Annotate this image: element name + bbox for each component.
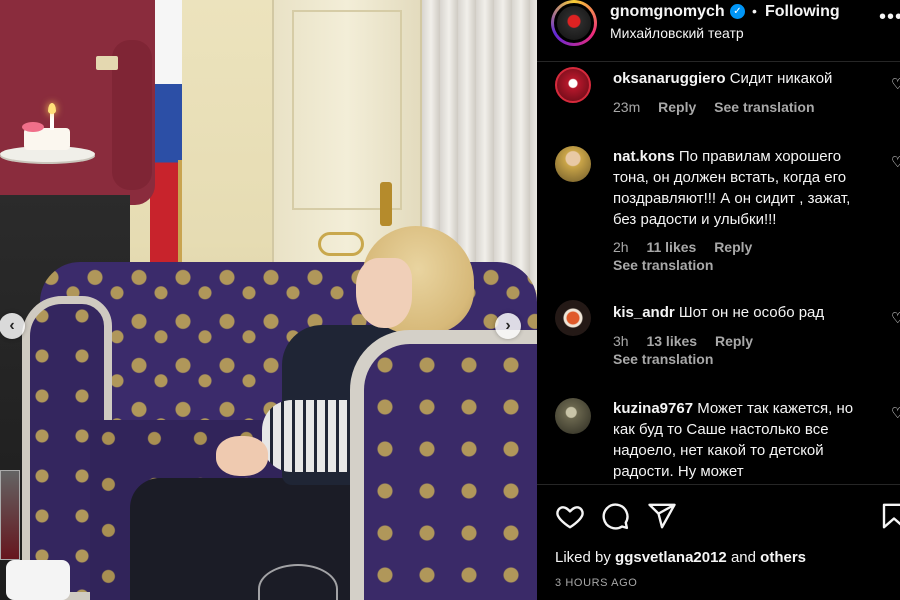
heart-icon[interactable]: [555, 501, 585, 531]
name-badge: [96, 56, 118, 70]
comment-time[interactable]: 23m: [613, 99, 640, 115]
see-translation-button[interactable]: See translation: [714, 99, 814, 115]
comment-text: Сидит никакой: [729, 70, 833, 87]
author-avatar[interactable]: [551, 0, 597, 46]
comment-time[interactable]: 3h: [613, 333, 629, 349]
header-separator: •: [752, 3, 757, 19]
liked-by-prefix: Liked by: [555, 549, 616, 566]
chevron-right-icon: ›: [505, 317, 511, 334]
commenter-avatar[interactable]: [555, 300, 591, 336]
reply-button[interactable]: Reply: [658, 99, 696, 115]
post-timestamp[interactable]: 3 HOURS AGO: [555, 577, 637, 589]
post-header: gnomgnomych ✓ • Following Михайловский т…: [537, 0, 900, 62]
comment-username[interactable]: oksanaruggiero: [613, 70, 726, 87]
comment-text-block: nat.kons По правилам хорошего тона, он д…: [613, 146, 873, 230]
commenter-avatar[interactable]: [555, 398, 591, 434]
comment-likes-count[interactable]: 13 likes: [646, 333, 697, 349]
candle: [50, 112, 54, 130]
wine-glass: [0, 470, 20, 560]
comment-text-block: kuzina9767 Может так кажется, но как буд…: [613, 398, 873, 482]
liked-by-others[interactable]: others: [760, 549, 806, 566]
comment-likes-count[interactable]: 11 likes: [646, 239, 696, 255]
verified-badge-icon: ✓: [730, 4, 745, 19]
comment-username[interactable]: nat.kons: [613, 148, 675, 165]
author-username[interactable]: gnomgnomych: [610, 3, 725, 21]
comment-meta: 23m Reply See translation: [613, 99, 829, 115]
chevron-left-icon: ‹: [9, 317, 15, 334]
child-face: [356, 258, 412, 328]
carousel-prev-button[interactable]: ‹: [0, 313, 25, 339]
commenter-avatar[interactable]: [555, 67, 591, 103]
post-location[interactable]: Михайловский театр: [610, 25, 744, 41]
comment-time[interactable]: 2h: [613, 239, 629, 255]
share-icon[interactable]: [647, 501, 677, 531]
cake-decoration: [22, 122, 44, 132]
liked-by-summary: Liked by ggsvetlana2012 and others: [555, 549, 806, 566]
door-handle: [380, 182, 392, 226]
liked-by-user[interactable]: ggsvetlana2012: [615, 549, 727, 566]
reply-button[interactable]: Reply: [714, 239, 752, 255]
more-options-icon[interactable]: •••: [879, 6, 900, 29]
commenter-avatar[interactable]: [555, 146, 591, 182]
liked-by-mid: and: [726, 549, 761, 566]
comment-like-heart-icon[interactable]: ♡: [891, 75, 900, 93]
bookmark-icon[interactable]: [879, 501, 900, 531]
see-translation-button[interactable]: See translation: [613, 257, 713, 273]
post-media[interactable]: ‹ ›: [0, 0, 537, 600]
comment-like-heart-icon[interactable]: ♡: [891, 309, 900, 327]
candle-flame: [48, 103, 56, 114]
post-actions: Liked by ggsvetlana2012 and others 3 HOU…: [537, 484, 900, 600]
reply-button[interactable]: Reply: [715, 333, 753, 349]
comment-text-block: oksanaruggiero Сидит никакой: [613, 68, 873, 89]
see-translation-button[interactable]: See translation: [613, 351, 713, 367]
comment-meta: 3h 13 likes Reply: [613, 333, 767, 349]
comment-text: Шот он не особо рад: [678, 304, 825, 321]
comment-username[interactable]: kuzina9767: [613, 400, 693, 417]
comment-icon[interactable]: [600, 501, 630, 531]
carousel-next-button[interactable]: ›: [495, 313, 521, 339]
comment-username[interactable]: kis_andr: [613, 304, 675, 321]
post-sidebar: gnomgnomych ✓ • Following Михайловский т…: [537, 0, 900, 600]
comment-text-block: kis_andr Шот он не особо рад: [613, 302, 873, 323]
comment-like-heart-icon[interactable]: ♡: [891, 153, 900, 171]
armchair-right-arm: [350, 330, 537, 600]
comment-meta: 2h 11 likes Reply: [613, 239, 766, 255]
comment-like-heart-icon[interactable]: ♡: [891, 404, 900, 422]
door-ornament: [318, 232, 364, 256]
comment-list[interactable]: oksanaruggiero Сидит никакой 23m Reply S…: [537, 63, 900, 483]
napkin: [6, 560, 70, 600]
following-button[interactable]: Following: [765, 3, 840, 21]
child-hands: [216, 436, 268, 476]
